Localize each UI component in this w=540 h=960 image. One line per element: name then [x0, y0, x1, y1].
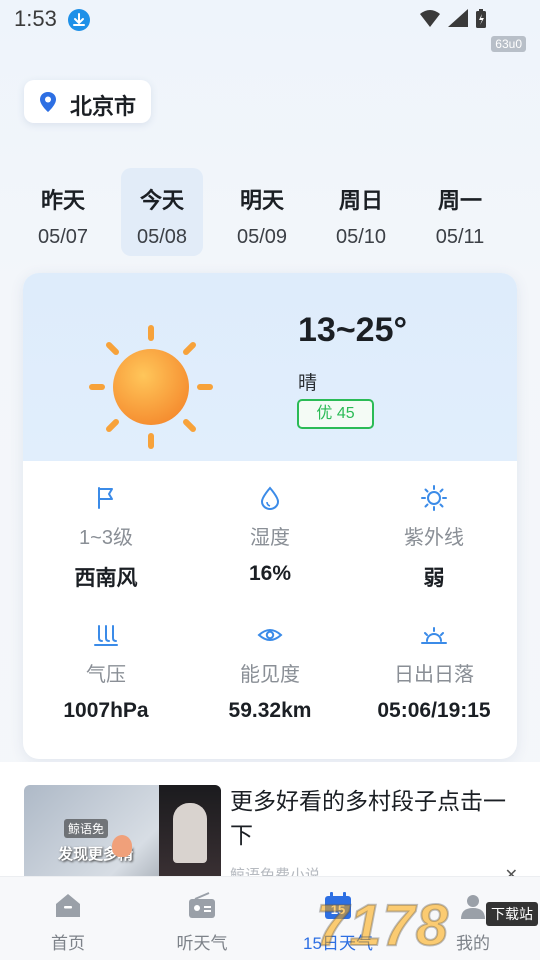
stat-label: 气压 — [86, 664, 126, 686]
stat-label: 紫外线 — [404, 527, 464, 549]
status-bar: 1:53 63u0 — [0, 0, 540, 52]
sunrise-icon — [421, 622, 447, 648]
day-tab-date: 05/08 — [136, 226, 188, 248]
stat-label: 1~3级 — [79, 527, 133, 549]
stat-label: 能见度 — [240, 664, 300, 686]
eye-icon — [257, 622, 283, 648]
droplet-icon — [257, 485, 283, 511]
stat-visibility: 能见度 59.32km — [190, 622, 350, 723]
watermark-badge: 下载站 — [486, 902, 538, 926]
network-speed-badge: 63u0 — [491, 36, 526, 52]
day-tab-date: 05/10 — [335, 226, 387, 248]
day-tab-yesterday[interactable]: 昨天 05/07 — [22, 168, 104, 256]
weather-condition: 晴 — [298, 373, 318, 394]
temperature-range: 13~25° — [298, 311, 408, 349]
day-tab-monday[interactable]: 周一 05/11 — [419, 168, 501, 256]
day-tab-name: 明天 — [239, 188, 284, 213]
day-tab-name: 昨天 — [40, 188, 85, 213]
stat-uv: 紫外线 弱 — [354, 485, 514, 592]
hand-pointer-icon — [112, 835, 132, 857]
radio-icon — [187, 891, 217, 921]
stat-sunrise-sunset: 日出日落 05:06/19:15 — [354, 622, 514, 723]
day-tab-name: 今天 — [139, 188, 184, 213]
ad-thumb-tag: 鲸语免 — [64, 819, 109, 838]
stat-value: 59.32km — [228, 699, 312, 722]
city-name: 北京市 — [70, 94, 137, 119]
nav-label: 首页 — [51, 934, 85, 953]
pressure-icon — [93, 622, 119, 648]
download-icon — [68, 9, 90, 31]
ad-title[interactable]: 更多好看的多村段子点击一下 — [230, 784, 520, 852]
day-tab-date: 05/09 — [236, 226, 288, 248]
nav-home[interactable]: 首页 — [13, 891, 123, 954]
flag-icon — [93, 485, 119, 511]
home-icon — [53, 891, 83, 921]
location-selector[interactable]: 北京市 — [24, 80, 151, 123]
stat-value: 西南风 — [74, 567, 138, 590]
aqi-badge[interactable]: 优 45 — [297, 399, 374, 429]
day-tab-date: 05/07 — [37, 226, 89, 248]
stat-pressure: 气压 1007hPa — [26, 622, 186, 723]
stat-value: 弱 — [423, 567, 445, 590]
watermark-text: 7178 — [315, 892, 450, 959]
weather-card: 13~25° 晴 优 45 1~3级 西南风 湿度 16% 紫外线 弱 气压 1… — [23, 273, 517, 759]
day-tab-date: 05/11 — [435, 226, 485, 248]
ad-person-image — [173, 803, 207, 863]
wifi-icon — [420, 10, 440, 27]
day-tab-partial[interactable] — [518, 168, 540, 256]
day-tab-sunday[interactable]: 周日 05/10 — [320, 168, 402, 256]
day-tab-name: 周一 — [437, 188, 482, 213]
weather-summary: 13~25° 晴 优 45 — [23, 273, 517, 461]
signal-icon — [448, 9, 468, 27]
status-indicators — [418, 9, 498, 29]
day-tab-today[interactable]: 今天 05/08 — [121, 168, 203, 256]
stat-value: 1007hPa — [63, 699, 149, 722]
day-tab-name: 周日 — [338, 188, 383, 213]
stat-humidity: 湿度 16% — [190, 485, 350, 586]
stat-value: 05:06/19:15 — [377, 699, 491, 722]
status-time: 1:53 — [14, 6, 57, 31]
nav-listen-weather[interactable]: 听天气 — [147, 891, 257, 954]
stat-label: 湿度 — [250, 527, 290, 549]
nav-label: 听天气 — [176, 934, 228, 953]
location-pin-icon — [38, 91, 58, 113]
day-tab-tomorrow[interactable]: 明天 05/09 — [221, 168, 303, 256]
sun-outline-icon — [421, 485, 447, 511]
sunny-icon — [89, 325, 213, 449]
stat-label: 日出日落 — [394, 664, 474, 686]
ad-thumbnail[interactable]: 鲸语免 发现更多精 — [24, 785, 221, 882]
ad-banner[interactable]: 鲸语免 发现更多精 更多好看的多村段子点击一下 鲸语免费小说 ✕ — [0, 762, 540, 882]
site-watermark: 7178 下载站 — [315, 888, 540, 960]
stat-value: 16% — [248, 562, 292, 585]
day-tabs: 昨天 05/07 今天 05/08 明天 05/09 周日 05/10 周一 0… — [0, 168, 540, 258]
stat-wind: 1~3级 西南风 — [26, 485, 186, 592]
